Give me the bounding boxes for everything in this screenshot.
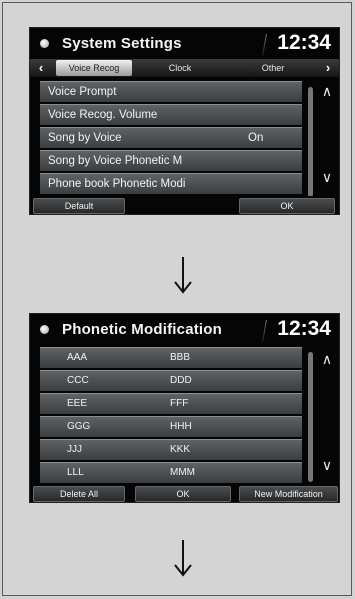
- double-chevron-up-icon[interactable]: ∧: [317, 350, 337, 368]
- modified-name: KKK: [170, 444, 191, 455]
- list-item-song-by-voice-phonetic[interactable]: Song by Voice Phonetic M: [40, 150, 302, 171]
- list-item-label: Song by Voice Phonetic M: [48, 155, 183, 167]
- down-arrow-icon: [174, 540, 192, 577]
- tab-bar: ‹ Voice Recog Clock Other ›: [30, 59, 339, 77]
- list-item-voice-prompt[interactable]: Voice Prompt: [40, 81, 302, 102]
- modified-name: FFF: [170, 398, 189, 409]
- manual-page-frame: System Settings 12:34 ‹ Voice Recog Cloc…: [2, 2, 352, 596]
- double-chevron-up-icon[interactable]: ∧: [317, 82, 337, 100]
- tab-clock[interactable]: Clock: [142, 60, 218, 76]
- modified-name: HHH: [170, 421, 192, 432]
- title-separator: [262, 320, 267, 342]
- double-chevron-down-icon[interactable]: ∨: [317, 456, 337, 474]
- new-modification-button[interactable]: New Modification: [239, 486, 338, 502]
- modified-name: BBB: [170, 352, 191, 363]
- list-item-phone-book-phonetic[interactable]: Phone book Phonetic Modi: [40, 173, 302, 194]
- scrollbar[interactable]: [308, 352, 313, 482]
- clock: 12:34: [277, 31, 331, 54]
- ok-button[interactable]: OK: [239, 198, 335, 214]
- button-bar: Default OK: [30, 196, 339, 214]
- original-name: LLL: [67, 467, 84, 478]
- chevron-right-icon[interactable]: ›: [320, 59, 336, 77]
- list-item-label: Phone book Phonetic Modi: [48, 178, 186, 190]
- original-name: JJJ: [67, 444, 82, 455]
- button-bar: Delete All OK New Modification: [30, 484, 339, 502]
- modified-name: MMM: [170, 467, 195, 478]
- delete-all-button[interactable]: Delete All: [33, 486, 125, 502]
- phonetic-list: AAA BBB CCC DDD EEE FFF GGG HHH JJJ KKK LLL MM…: [40, 347, 302, 485]
- tab-other[interactable]: Other: [235, 60, 311, 76]
- screen-title: System Settings: [62, 35, 182, 52]
- chevron-left-icon[interactable]: ‹: [33, 59, 49, 77]
- scrollbar[interactable]: [308, 87, 313, 197]
- double-chevron-down-icon[interactable]: ∨: [317, 168, 337, 186]
- settings-list: Voice Prompt Voice Recog. Volume Song by…: [40, 81, 302, 196]
- original-name: GGG: [67, 421, 91, 432]
- table-row[interactable]: JJJ KKK: [40, 439, 302, 460]
- list-item-label: Song by Voice: [48, 132, 122, 144]
- list-item-voice-recog-volume[interactable]: Voice Recog. Volume: [40, 104, 302, 125]
- system-settings-screen: System Settings 12:34 ‹ Voice Recog Cloc…: [29, 27, 340, 215]
- list-item-label: Voice Recog. Volume: [48, 109, 158, 121]
- table-row[interactable]: GGG HHH: [40, 416, 302, 437]
- list-item-song-by-voice[interactable]: Song by Voice On: [40, 127, 302, 148]
- ok-button[interactable]: OK: [135, 486, 231, 502]
- list-item-value: On: [248, 132, 264, 144]
- original-name: CCC: [67, 375, 89, 386]
- home-dot-icon: [40, 39, 49, 48]
- down-arrow-icon: [174, 257, 192, 294]
- list-item-label: Voice Prompt: [48, 86, 117, 98]
- table-row[interactable]: LLL MMM: [40, 462, 302, 483]
- clock: 12:34: [277, 317, 331, 340]
- screen-title: Phonetic Modification: [62, 321, 223, 338]
- modified-name: DDD: [170, 375, 192, 386]
- phonetic-modification-screen: Phonetic Modification 12:34 AAA BBB CCC DD…: [29, 313, 340, 503]
- table-row[interactable]: EEE FFF: [40, 393, 302, 414]
- home-dot-icon: [40, 325, 49, 334]
- tab-voice-recog[interactable]: Voice Recog: [56, 60, 132, 76]
- default-button[interactable]: Default: [33, 198, 125, 214]
- title-separator: [262, 34, 267, 56]
- table-row[interactable]: CCC DDD: [40, 370, 302, 391]
- original-name: AAA: [67, 352, 88, 363]
- title-bar: System Settings 12:34: [30, 28, 339, 58]
- title-bar: Phonetic Modification 12:34: [30, 314, 339, 344]
- table-row[interactable]: AAA BBB: [40, 347, 302, 368]
- original-name: EEE: [67, 398, 88, 409]
